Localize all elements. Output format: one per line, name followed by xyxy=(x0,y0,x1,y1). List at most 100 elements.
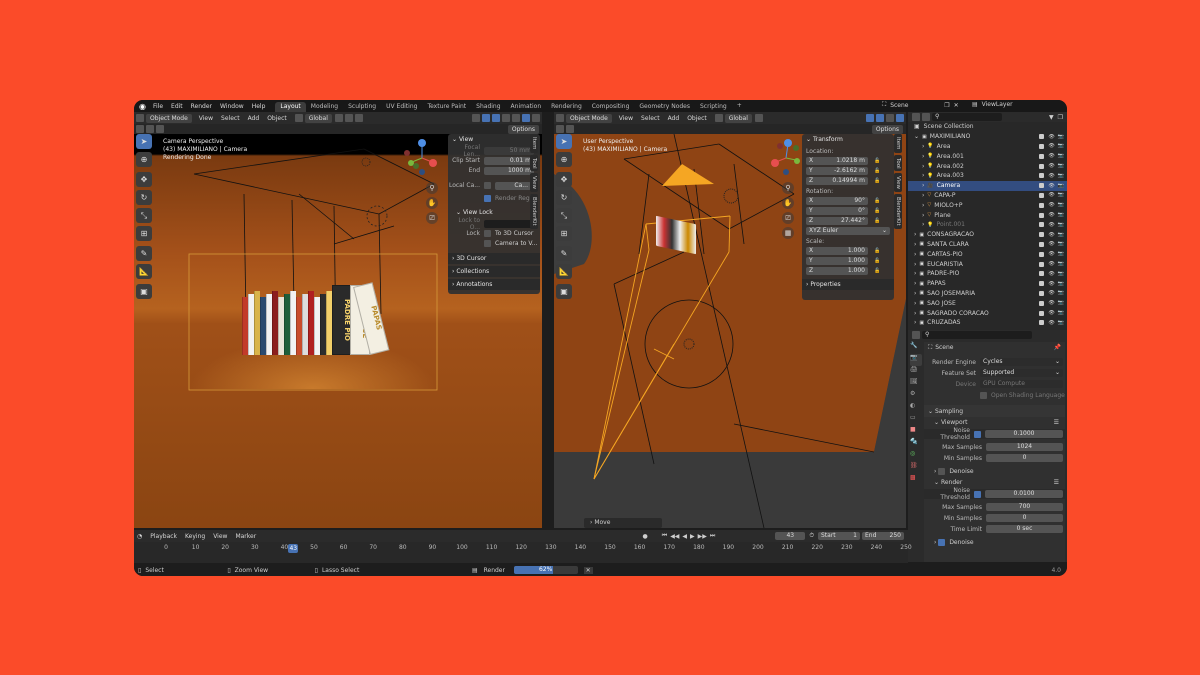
orientation-selector[interactable]: Global xyxy=(304,113,332,123)
tab-scripting[interactable]: Scripting xyxy=(695,102,732,112)
menu-edit[interactable]: Edit xyxy=(167,103,187,110)
include-checkbox[interactable] xyxy=(1039,241,1045,247)
annotate-tool-icon[interactable]: ✎ xyxy=(136,246,152,261)
zoom-icon[interactable]: ⚲ xyxy=(782,182,794,194)
shading-render-icon[interactable] xyxy=(532,114,540,122)
scale-x-field[interactable]: X 1.000 xyxy=(806,246,868,255)
select-extend-icon[interactable] xyxy=(146,125,154,133)
scene-selector[interactable]: ⛶ Scene ❐ ✕ xyxy=(882,101,959,109)
include-checkbox[interactable] xyxy=(1039,202,1045,208)
next-key-icon[interactable]: ▶▶ xyxy=(698,533,707,540)
tab-shading[interactable]: Shading xyxy=(471,102,505,112)
outliner-item[interactable]: › ▣ EUCARISTIA 👁 📷 xyxy=(908,259,1067,269)
editor-type-icon[interactable] xyxy=(556,114,564,122)
select-subtract-icon[interactable] xyxy=(156,125,164,133)
transform-tool-icon[interactable]: ⊞ xyxy=(556,226,572,241)
eye-icon[interactable]: 👁 xyxy=(1048,251,1054,257)
outliner-item[interactable]: › 💡 Area.001 👁 📷 xyxy=(908,151,1067,161)
expand-arrow-icon[interactable]: › xyxy=(914,251,916,258)
expand-arrow-icon[interactable]: › xyxy=(922,172,924,179)
render-visibility-icon[interactable]: 📷 xyxy=(1058,232,1064,238)
rotate-tool-icon[interactable]: ↻ xyxy=(556,190,572,205)
sidebar-tab-blenderkit[interactable]: BlenderKit xyxy=(894,194,902,229)
location-z-field[interactable]: Z 0.14994 m xyxy=(806,176,868,185)
include-checkbox[interactable] xyxy=(1039,251,1045,257)
lock-icon[interactable]: 🔓 xyxy=(874,158,880,164)
menu-view[interactable]: View xyxy=(615,115,637,122)
constraints-tab-icon[interactable]: ⛓ xyxy=(910,462,922,474)
include-checkbox[interactable] xyxy=(1039,261,1045,267)
sidebar-tab-item[interactable]: Item xyxy=(530,134,538,153)
outliner-item[interactable]: › ▣ SAO JOSEMARIA 👁 📷 xyxy=(908,289,1067,299)
r-noise-threshold-field[interactable]: 0.0100 xyxy=(985,490,1063,498)
include-checkbox[interactable] xyxy=(1039,192,1045,198)
expand-arrow-icon[interactable]: › xyxy=(922,143,924,150)
timeline-menu-keying[interactable]: Keying xyxy=(181,533,209,540)
outliner-item[interactable]: › ▽ Plane 👁 📷 xyxy=(908,210,1067,220)
shading-solid-icon[interactable] xyxy=(522,114,530,122)
annotations-section-header[interactable]: › Annotations xyxy=(448,279,540,290)
outliner-item[interactable]: › 💡 Point.001 👁 📷 xyxy=(908,220,1067,230)
camera-render-view[interactable]: PADRE PIOSÃO JOSÉPAPAS ➤ ⊕ ✥ ↻ ⤡ ⊞ ✎ 📐 ▣… xyxy=(134,134,542,528)
render-visibility-icon[interactable]: 📷 xyxy=(1058,192,1064,198)
shading-wire-icon[interactable] xyxy=(886,114,894,122)
tab-geometry-nodes[interactable]: Geometry Nodes xyxy=(634,102,695,112)
measure-tool-icon[interactable]: 📐 xyxy=(136,264,152,279)
render-visibility-icon[interactable]: 📷 xyxy=(1058,222,1064,228)
timeline-menu-view[interactable]: View xyxy=(209,533,231,540)
mode-selector[interactable]: Object Mode xyxy=(566,113,612,123)
move-tool-icon[interactable]: ✥ xyxy=(136,172,152,187)
include-checkbox[interactable] xyxy=(1039,300,1045,306)
add-cube-tool-icon[interactable]: ▣ xyxy=(556,284,572,299)
overlay-toggle-icon[interactable] xyxy=(492,114,500,122)
view-layer-tab-icon[interactable]: 🖼 xyxy=(910,378,922,390)
camera-view-icon[interactable]: ⎚ xyxy=(782,212,794,224)
right-viewport[interactable]: Object Mode View Select Add Object Global O… xyxy=(554,112,906,528)
lock-icon[interactable]: 🔓 xyxy=(874,208,880,214)
lock-icon[interactable]: 🔓 xyxy=(874,218,880,224)
select-tool-icon[interactable]: ➤ xyxy=(136,134,152,149)
time-limit-field[interactable]: 0 sec xyxy=(986,525,1063,533)
timeline-editor-icon[interactable]: ◔ xyxy=(137,533,142,540)
menu-object[interactable]: Object xyxy=(263,115,291,122)
eye-icon[interactable]: 👁 xyxy=(1048,310,1054,316)
expand-arrow-icon[interactable]: › xyxy=(914,270,916,277)
expand-arrow-icon[interactable]: › xyxy=(914,319,916,326)
select-box-mode-icon[interactable] xyxy=(136,125,144,133)
expand-arrow-icon[interactable]: › xyxy=(914,280,916,287)
menu-add[interactable]: Add xyxy=(244,115,264,122)
cursor-tool-icon[interactable]: ⊕ xyxy=(556,152,572,167)
texture-tab-icon[interactable]: ▩ xyxy=(910,474,922,486)
menu-select[interactable]: Select xyxy=(217,115,244,122)
lock-icon[interactable]: 🔓 xyxy=(874,248,880,254)
cancel-render-icon[interactable]: ✕ xyxy=(583,566,593,574)
device-dropdown[interactable]: GPU Compute xyxy=(980,380,1063,388)
close-icon[interactable]: ✕ xyxy=(954,102,959,109)
sidebar-tab-tool[interactable]: Tool xyxy=(530,154,538,172)
eye-icon[interactable]: 👁 xyxy=(1048,143,1054,149)
expand-arrow-icon[interactable]: › xyxy=(922,212,924,219)
scale-z-field[interactable]: Z 1.000 xyxy=(806,266,868,275)
expand-arrow-icon[interactable]: ⌄ xyxy=(914,133,919,140)
modifier-tab-icon[interactable]: 🔩 xyxy=(910,438,922,450)
current-frame-field[interactable]: 43 xyxy=(775,532,806,540)
render-visibility-icon[interactable]: 📷 xyxy=(1058,202,1064,208)
osl-checkbox[interactable] xyxy=(980,391,987,399)
eye-icon[interactable]: 👁 xyxy=(1048,153,1054,159)
render-visibility-icon[interactable]: 📷 xyxy=(1058,173,1064,179)
location-x-field[interactable]: X 1.0218 m xyxy=(806,156,868,165)
snap-icon[interactable] xyxy=(344,114,353,122)
r-min-samples-field[interactable]: 0 xyxy=(986,514,1063,522)
filter-icon[interactable]: ▼ xyxy=(1049,114,1054,121)
render-visibility-icon[interactable]: 📷 xyxy=(1058,241,1064,247)
outliner-item[interactable]: › ▣ CRUZADAS 👁 📷 xyxy=(908,318,1067,328)
select-box-mode-icon[interactable] xyxy=(556,125,564,133)
pin-icon[interactable]: 📌 xyxy=(1054,344,1061,351)
include-checkbox[interactable] xyxy=(1039,320,1045,326)
play-icon[interactable]: ▶ xyxy=(690,533,695,540)
view-layer-selector[interactable]: ▤ ViewLayer xyxy=(972,101,1013,108)
menu-object[interactable]: Object xyxy=(683,115,711,122)
eye-icon[interactable]: 👁 xyxy=(1048,192,1054,198)
render-visibility-icon[interactable]: 📷 xyxy=(1058,212,1064,218)
expand-arrow-icon[interactable]: › xyxy=(914,231,916,238)
